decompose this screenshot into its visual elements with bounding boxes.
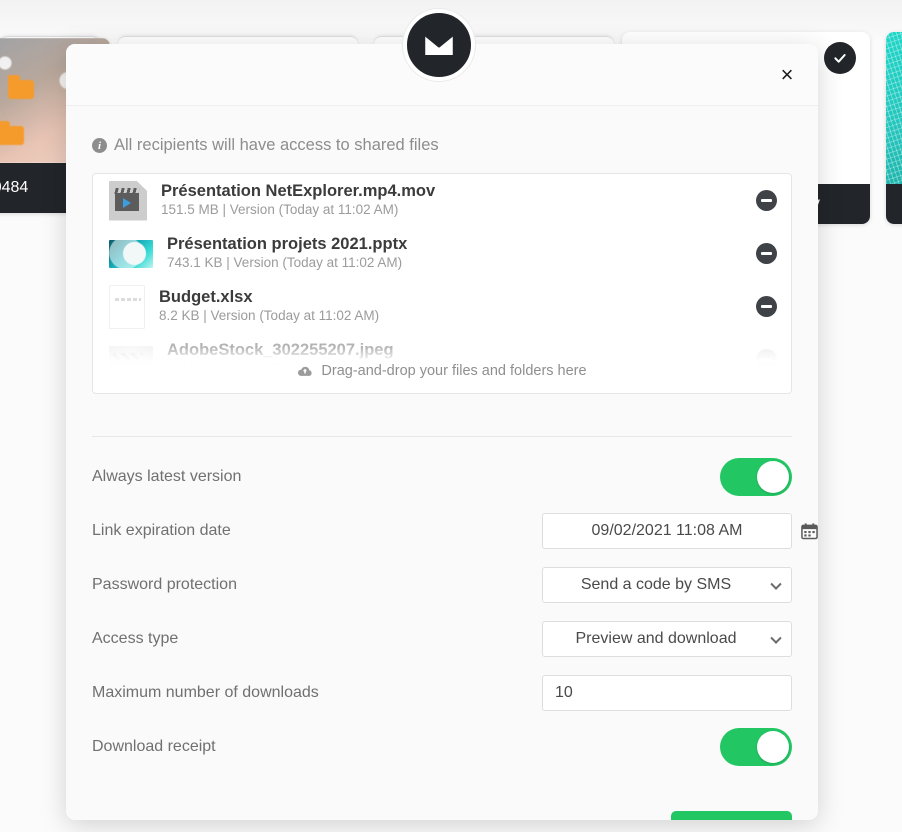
toggle-knob <box>757 461 789 493</box>
row-control: 09/02/2021 11:08 AM <box>542 513 818 549</box>
file-details: 151.5 MB | Version (Today at 11:02 AM) <box>161 202 399 218</box>
file-list-item[interactable]: Budget.xlsx 8.2 KB | Version (Today at 1… <box>93 280 791 333</box>
row-control: 10 <box>542 675 792 711</box>
image-file-icon <box>109 345 153 374</box>
file-details: 743.1 KB | Version (Today at 11:02 AM) <box>167 255 403 271</box>
file-meta: AdobeStock_302255207.jpeg 1.7 MB | Versi… <box>167 340 742 380</box>
modal-actions: Next ⟶ <box>92 779 792 820</box>
background-card-caption <box>886 184 902 224</box>
chevron-down-icon <box>770 632 782 644</box>
row-control: Send a code by SMS <box>542 567 792 603</box>
toggle-knob <box>757 731 789 763</box>
file-name: Budget.xlsx <box>159 287 253 306</box>
file-name: Présentation NetExplorer.mp4.mov <box>161 181 436 200</box>
share-options-form: Always latest version Link expiration da… <box>92 437 818 820</box>
file-list-panel[interactable]: Présentation NetExplorer.mp4.mov 151.5 M… <box>92 173 792 394</box>
recipients-notice: i All recipients will have access to sha… <box>92 106 792 173</box>
calendar-icon[interactable] <box>801 523 818 540</box>
password-protection-label: Password protection <box>92 576 237 593</box>
row-control <box>542 728 792 766</box>
maximum-downloads-input[interactable]: 10 <box>542 675 792 711</box>
video-file-icon <box>109 180 147 221</box>
access-type-select[interactable]: Preview and download <box>542 621 792 657</box>
spreadsheet-file-icon <box>109 284 145 329</box>
minus-circle-icon[interactable] <box>756 243 777 264</box>
access-type-label: Access type <box>92 630 179 647</box>
file-list-item[interactable]: Présentation projets 2021.pptx 743.1 KB … <box>93 227 791 280</box>
file-details: 8.2 KB | Version (Today at 11:02 AM) <box>159 308 380 324</box>
file-list-item[interactable]: AdobeStock_302255207.jpeg 1.7 MB | Versi… <box>93 333 791 386</box>
row-always-latest-version: Always latest version <box>92 455 792 499</box>
modal-body: i All recipients will have access to sha… <box>66 106 818 820</box>
close-button[interactable]: × <box>772 60 802 90</box>
row-control <box>542 458 792 496</box>
minus-circle-icon[interactable] <box>756 296 777 317</box>
link-expiration-date-label: Link expiration date <box>92 522 231 539</box>
recipients-notice-text: All recipients will have access to share… <box>114 136 439 154</box>
minus-circle-icon[interactable] <box>756 190 777 211</box>
row-download-receipt: Download receipt <box>92 725 792 769</box>
file-name: Présentation projets 2021.pptx <box>167 234 408 253</box>
row-password-protection: Password protection Send a code by SMS <box>92 563 792 607</box>
check-circle-icon[interactable] <box>824 42 856 74</box>
app-stage: 7360484 ov × i All recipients will have … <box>0 0 902 832</box>
always-latest-version-toggle[interactable] <box>720 458 792 496</box>
file-meta: Budget.xlsx 8.2 KB | Version (Today at 1… <box>159 287 742 327</box>
chevron-down-icon <box>770 578 782 590</box>
always-latest-version-label: Always latest version <box>92 468 242 485</box>
password-protection-value: Send a code by SMS <box>580 576 732 593</box>
maximum-downloads-label: Maximum number of downloads <box>92 684 319 701</box>
password-protection-select[interactable]: Send a code by SMS <box>542 567 792 603</box>
download-receipt-toggle[interactable] <box>720 728 792 766</box>
minus-circle-icon[interactable] <box>756 349 777 370</box>
file-meta: Présentation NetExplorer.mp4.mov 151.5 M… <box>161 181 742 221</box>
background-file-card-right[interactable] <box>886 32 902 224</box>
file-meta: Présentation projets 2021.pptx 743.1 KB … <box>167 234 742 274</box>
download-receipt-label: Download receipt <box>92 738 216 755</box>
file-list-scroll[interactable]: Présentation NetExplorer.mp4.mov 151.5 M… <box>93 174 791 393</box>
link-expiration-date-input[interactable]: 09/02/2021 11:08 AM <box>542 513 792 549</box>
row-maximum-downloads: Maximum number of downloads 10 <box>92 671 792 715</box>
file-list-item[interactable]: Présentation NetExplorer.mp4.mov 151.5 M… <box>93 174 791 227</box>
row-link-expiration-date: Link expiration date 09/02/2021 11:08 AM <box>92 509 818 553</box>
presentation-file-icon <box>109 239 153 268</box>
next-button[interactable]: Next ⟶ <box>671 811 792 820</box>
file-details: 1.7 MB | Version (Today at 11:02 AM) <box>167 361 390 377</box>
access-type-value: Preview and download <box>575 630 737 647</box>
share-link-modal: × i All recipients will have access to s… <box>66 44 818 820</box>
file-name: AdobeStock_302255207.jpeg <box>167 340 394 359</box>
info-icon: i <box>92 138 107 153</box>
row-access-type: Access type Preview and download <box>92 617 792 661</box>
row-control: Preview and download <box>542 621 792 657</box>
envelope-icon <box>403 9 475 81</box>
background-thumbnail-mesh <box>886 32 902 184</box>
